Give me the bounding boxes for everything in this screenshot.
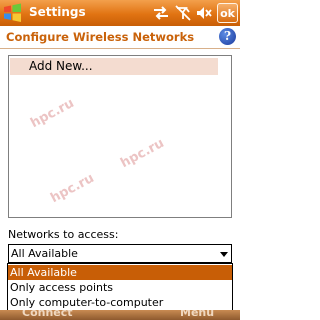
list-item-label: Add New...	[29, 59, 93, 73]
connect-softkey[interactable]: Connect	[22, 310, 73, 319]
signal-off-icon[interactable]	[174, 4, 192, 22]
networks-to-access-label: Networks to access:	[8, 228, 119, 241]
dropdown-option-computer-to-computer[interactable]: Only computer-to-computer	[8, 295, 232, 310]
softkey-bar: Connect Menu	[0, 310, 240, 320]
connectivity-arrows-icon[interactable]	[152, 4, 170, 22]
dropdown-selected-value: All Available	[11, 247, 78, 260]
dropdown-options-list[interactable]: All Available Only access points Only co…	[7, 263, 233, 311]
dropdown-option-access-points[interactable]: Only access points	[8, 280, 232, 295]
watermark-text: hpc.ru	[28, 95, 77, 132]
page-header: Configure Wireless Networks ?	[0, 26, 240, 49]
page-title: Configure Wireless Networks	[6, 30, 195, 44]
dropdown-option-all-available[interactable]: All Available	[8, 265, 232, 280]
window-title: Settings	[29, 5, 86, 19]
watermark-text: hpc.ru	[48, 170, 97, 207]
list-item-add-new[interactable]: Add New...	[10, 58, 218, 75]
speaker-muted-icon[interactable]	[195, 4, 213, 22]
title-bar: Settings ok	[0, 0, 240, 26]
networks-to-access-dropdown[interactable]: All Available	[8, 244, 232, 263]
ok-button[interactable]: ok	[217, 3, 238, 23]
menu-softkey[interactable]: Menu	[180, 310, 214, 319]
windows-start-icon[interactable]	[2, 2, 24, 24]
network-list[interactable]: Add New... hpc.ru hpc.ru hpc.ru	[8, 55, 232, 218]
watermark-text: hpc.ru	[118, 135, 167, 172]
question-help-icon[interactable]: ?	[219, 28, 236, 45]
dropdown-arrow-icon[interactable]	[217, 245, 231, 262]
